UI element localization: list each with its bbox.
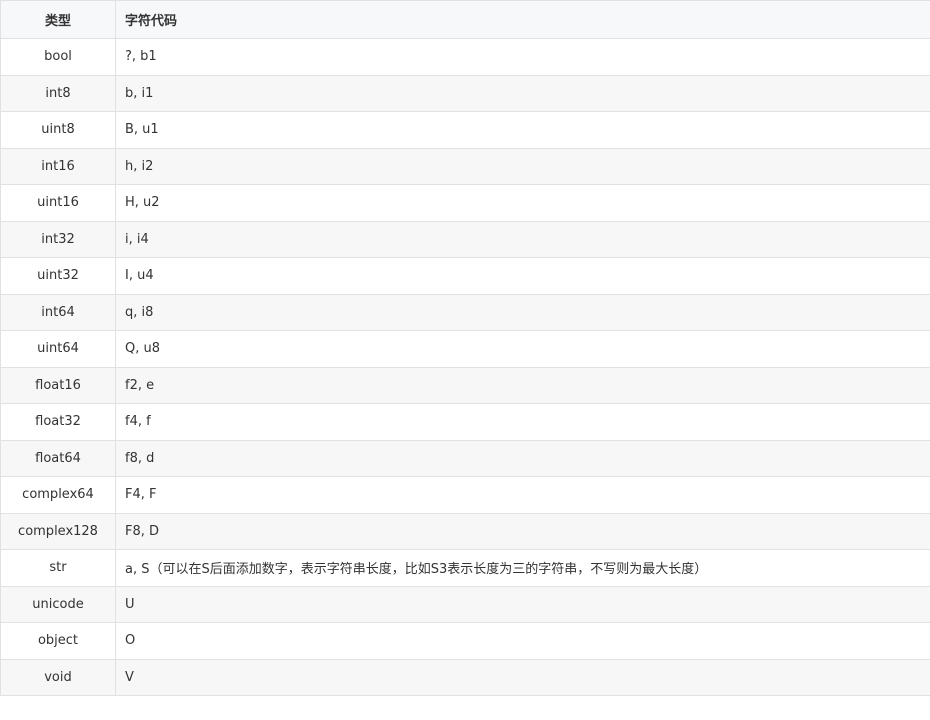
table-row: float32 f4, f xyxy=(0,403,930,441)
code-cell: Q, u8 xyxy=(115,330,930,368)
type-cell: uint16 xyxy=(0,184,116,222)
table-row: complex128 F8, D xyxy=(0,512,930,550)
table-row: float16 f2, e xyxy=(0,366,930,404)
type-cell: float16 xyxy=(0,366,116,404)
type-cell: complex64 xyxy=(0,476,116,514)
table-header: 类型 字符代码 xyxy=(0,0,930,39)
type-cell: float32 xyxy=(0,403,116,441)
code-cell: I, u4 xyxy=(115,257,930,295)
table-row: str a, S（可以在S后面添加数字，表示字符串长度，比如S3表示长度为三的字… xyxy=(0,549,930,587)
type-cell: str xyxy=(0,549,116,587)
table-row: uint16 H, u2 xyxy=(0,184,930,222)
code-cell: f8, d xyxy=(115,439,930,477)
type-cell: unicode xyxy=(0,585,116,623)
table-row: int8 b, i1 xyxy=(0,74,930,112)
type-cell: int64 xyxy=(0,293,116,331)
code-cell: i, i4 xyxy=(115,220,930,258)
code-cell: B, u1 xyxy=(115,111,930,149)
type-cell: uint8 xyxy=(0,111,116,149)
table-row: complex64 F4, F xyxy=(0,476,930,514)
type-cell: uint64 xyxy=(0,330,116,368)
dtype-table: 类型 字符代码 bool ?, b1 int8 b, i1 uint8 B, u… xyxy=(0,0,930,696)
table-row: unicode U xyxy=(0,585,930,623)
table-body: bool ?, b1 int8 b, i1 uint8 B, u1 int16 … xyxy=(0,38,930,696)
code-cell: F4, F xyxy=(115,476,930,514)
type-cell: int16 xyxy=(0,147,116,185)
table-row: int16 h, i2 xyxy=(0,147,930,185)
table-row: object O xyxy=(0,622,930,660)
table-row: uint8 B, u1 xyxy=(0,111,930,149)
type-cell: complex128 xyxy=(0,512,116,550)
type-cell: void xyxy=(0,658,116,696)
type-cell: int8 xyxy=(0,74,116,112)
table-row: void V xyxy=(0,658,930,696)
header-type: 类型 xyxy=(0,0,116,39)
table-row: float64 f8, d xyxy=(0,439,930,477)
table-row: uint32 I, u4 xyxy=(0,257,930,295)
code-cell: q, i8 xyxy=(115,293,930,331)
code-cell: O xyxy=(115,622,930,660)
code-cell: a, S（可以在S后面添加数字，表示字符串长度，比如S3表示长度为三的字符串，不… xyxy=(115,549,930,587)
code-cell: b, i1 xyxy=(115,74,930,112)
header-row: 类型 字符代码 xyxy=(0,0,930,39)
table-row: int32 i, i4 xyxy=(0,220,930,258)
table-row: bool ?, b1 xyxy=(0,38,930,76)
type-cell: uint32 xyxy=(0,257,116,295)
code-cell: h, i2 xyxy=(115,147,930,185)
table-row: uint64 Q, u8 xyxy=(0,330,930,368)
header-code: 字符代码 xyxy=(115,0,930,39)
table-row: int64 q, i8 xyxy=(0,293,930,331)
type-cell: int32 xyxy=(0,220,116,258)
type-cell: float64 xyxy=(0,439,116,477)
code-cell: V xyxy=(115,658,930,696)
code-cell: f2, e xyxy=(115,366,930,404)
code-cell: ?, b1 xyxy=(115,38,930,76)
code-cell: f4, f xyxy=(115,403,930,441)
code-cell: H, u2 xyxy=(115,184,930,222)
type-cell: bool xyxy=(0,38,116,76)
type-cell: object xyxy=(0,622,116,660)
code-cell: U xyxy=(115,585,930,623)
code-cell: F8, D xyxy=(115,512,930,550)
